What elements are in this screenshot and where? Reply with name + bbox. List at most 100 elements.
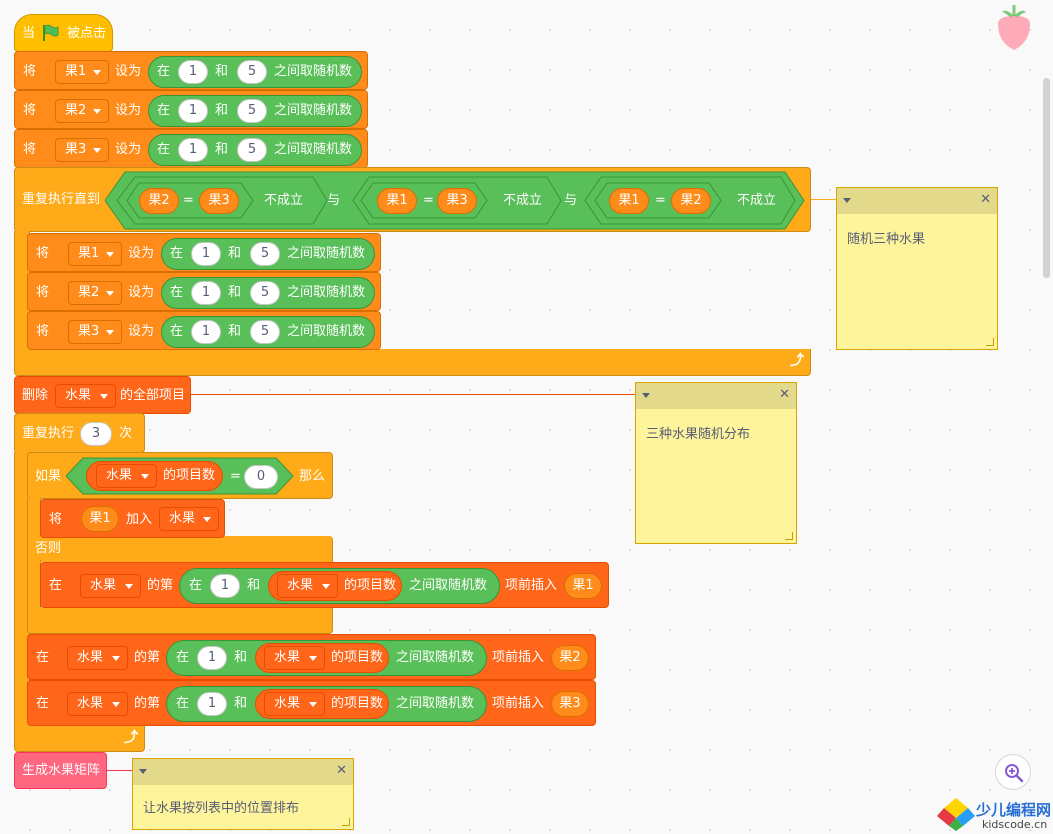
comment-header[interactable]: ✕ <box>133 759 353 785</box>
variable-reporter[interactable]: 果3 <box>199 188 239 214</box>
number-input-zero[interactable]: 0 <box>244 465 278 489</box>
make-fruit-matrix-block[interactable]: 生成水果矩阵 <box>14 752 107 789</box>
repeat-block-bottom[interactable]: ⤴ <box>14 726 145 752</box>
number-input-min[interactable]: 1 <box>178 138 208 162</box>
variable-dropdown[interactable]: 果1 <box>55 60 109 84</box>
variable-reporter[interactable]: 果2 <box>139 188 179 214</box>
random-block[interactable]: 在 1 和 5 之间取随机数 <box>148 56 362 88</box>
rand-between-label: 之间取随机数 <box>396 696 475 711</box>
variable-dropdown[interactable]: 果3 <box>55 138 109 162</box>
list-dropdown[interactable]: 水果 <box>96 464 157 488</box>
variable-reporter[interactable]: 果2 <box>551 645 589 671</box>
list-length-reporter[interactable]: 水果 的项目数 <box>86 461 223 491</box>
comment-text[interactable]: 三种水果随机分布 <box>646 423 750 442</box>
if-else-block-top[interactable]: 如果 水果 的项目数 = 0 那么 <box>27 452 333 499</box>
number-input-min[interactable]: 1 <box>191 281 221 305</box>
variable-reporter[interactable]: 果1 <box>564 573 602 599</box>
delete-label: 删除 <box>22 388 49 403</box>
list-dropdown[interactable]: 水果 <box>55 384 116 408</box>
random-block[interactable]: 在 1 和 5 之间取随机数 <box>161 238 375 270</box>
variable-dropdown[interactable]: 果1 <box>68 242 122 266</box>
variable-dropdown[interactable]: 果3 <box>68 320 122 344</box>
number-input-min[interactable]: 1 <box>210 574 240 598</box>
comment-text[interactable]: 随机三种水果 <box>847 228 925 247</box>
resize-handle-icon[interactable] <box>342 818 350 826</box>
set-variable-block[interactable]: 将 果2 设为 在 1 和 5 之间取随机数 <box>14 90 368 129</box>
number-input-max[interactable]: 5 <box>237 99 267 123</box>
close-icon[interactable]: ✕ <box>980 192 991 208</box>
set-variable-block[interactable]: 将 果1 设为 在 1 和 5 之间取随机数 <box>27 233 381 272</box>
number-input-max[interactable]: 5 <box>250 281 280 305</box>
nth-label: 的第 <box>134 696 161 711</box>
list-dropdown[interactable]: 水果 <box>67 692 128 716</box>
list-dropdown[interactable]: 水果 <box>264 646 325 670</box>
list-dropdown[interactable]: 水果 <box>159 507 219 531</box>
insert-at-block[interactable]: 在 水果 的第 在 1 和 水果 的项目数 之间取随机数 项前插入 果2 <box>27 634 596 680</box>
collapse-icon[interactable] <box>139 769 147 774</box>
repeat-until-block-top[interactable]: 重复执行直到 果2 = 果3 不成立 与 果1 = 果3 不成立 与 果1 = … <box>14 167 811 232</box>
to-label: 设为 <box>115 103 142 118</box>
strawberry-icon[interactable] <box>994 2 1034 52</box>
set-variable-block[interactable]: 将 果1 设为 在 1 和 5 之间取随机数 <box>14 51 368 90</box>
variable-reporter[interactable]: 果3 <box>551 691 589 717</box>
list-dropdown[interactable]: 水果 <box>67 646 128 670</box>
close-icon[interactable]: ✕ <box>779 387 790 403</box>
list-dropdown[interactable]: 水果 <box>277 574 338 598</box>
close-icon[interactable]: ✕ <box>336 763 347 779</box>
variable-reporter[interactable]: 果1 <box>81 506 119 532</box>
vertical-scrollbar[interactable] <box>1043 78 1050 278</box>
set-label: 将 <box>36 246 50 261</box>
resize-handle-icon[interactable] <box>986 338 994 346</box>
number-input-max[interactable]: 5 <box>237 60 267 84</box>
variable-reporter[interactable]: 果1 <box>609 188 649 214</box>
comment-text[interactable]: 让水果按列表中的位置排布 <box>143 797 299 816</box>
when-flag-clicked-block[interactable]: 当 被点击 <box>14 14 113 52</box>
repeat-until-block-bottom[interactable]: ⤴ <box>14 349 811 376</box>
number-input-min[interactable]: 1 <box>178 60 208 84</box>
comment-header[interactable]: ✕ <box>837 188 997 214</box>
random-block[interactable]: 在 1 和 水果 的项目数 之间取随机数 <box>166 686 487 722</box>
resize-handle-icon[interactable] <box>785 532 793 540</box>
number-input-min[interactable]: 1 <box>191 242 221 266</box>
list-length-reporter[interactable]: 水果 的项目数 <box>255 689 389 719</box>
number-input-min[interactable]: 1 <box>191 320 221 344</box>
comment-header[interactable]: ✕ <box>636 383 796 409</box>
variable-dropdown[interactable]: 果2 <box>68 281 122 305</box>
number-input-max[interactable]: 5 <box>250 320 280 344</box>
list-length-reporter[interactable]: 水果 的项目数 <box>255 643 389 673</box>
variable-reporter[interactable]: 果1 <box>377 188 417 214</box>
repeat-count-input[interactable]: 3 <box>80 422 112 446</box>
list-length-reporter[interactable]: 水果 的项目数 <box>268 571 402 601</box>
random-block[interactable]: 在 1 和 5 之间取随机数 <box>148 134 362 166</box>
set-variable-block[interactable]: 将 果2 设为 在 1 和 5 之间取随机数 <box>27 272 381 311</box>
random-block[interactable]: 在 1 和 5 之间取随机数 <box>148 95 362 127</box>
number-input-min[interactable]: 1 <box>197 692 227 716</box>
number-input-max[interactable]: 5 <box>250 242 280 266</box>
collapse-icon[interactable] <box>642 393 650 398</box>
random-block[interactable]: 在 1 和 5 之间取随机数 <box>161 277 375 309</box>
random-block[interactable]: 在 1 和 水果 的项目数 之间取随机数 <box>166 640 487 676</box>
variable-dropdown[interactable]: 果2 <box>55 99 109 123</box>
delete-all-block[interactable]: 删除 水果 的全部项目 <box>14 376 191 414</box>
variable-reporter[interactable]: 果3 <box>437 188 477 214</box>
number-input-max[interactable]: 5 <box>237 138 267 162</box>
random-block[interactable]: 在 1 和 水果 的项目数 之间取随机数 <box>179 568 500 604</box>
rand-in-label: 在 <box>157 64 171 79</box>
collapse-icon[interactable] <box>843 198 851 203</box>
zoom-in-button[interactable] <box>995 754 1031 790</box>
set-variable-block[interactable]: 将 果3 设为 在 1 和 5 之间取随机数 <box>14 129 368 168</box>
number-input-min[interactable]: 1 <box>178 99 208 123</box>
random-block[interactable]: 在 1 和 5 之间取随机数 <box>161 316 375 348</box>
insert-at-block[interactable]: 在 水果 的第 在 1 和 水果 的项目数 之间取随机数 项前插入 果3 <box>27 680 596 726</box>
add-to-list-block[interactable]: 将 果1 加入 水果 <box>40 499 225 538</box>
list-dropdown[interactable]: 水果 <box>264 692 325 716</box>
list-dropdown[interactable]: 水果 <box>80 574 141 598</box>
insert-at-block[interactable]: 在 水果 的第 在 1 和 水果 的项目数 之间取随机数 项前插入 果1 <box>40 562 609 608</box>
comment-note[interactable]: ✕ 让水果按列表中的位置排布 <box>132 758 354 830</box>
comment-note[interactable]: ✕ 随机三种水果 <box>836 187 998 350</box>
repeat-block-top[interactable]: 重复执行 3 次 <box>14 413 145 453</box>
number-input-min[interactable]: 1 <box>197 646 227 670</box>
comment-note[interactable]: ✕ 三种水果随机分布 <box>635 382 797 544</box>
variable-reporter[interactable]: 果2 <box>671 188 711 214</box>
set-variable-block[interactable]: 将 果3 设为 在 1 和 5 之间取随机数 <box>27 311 381 350</box>
